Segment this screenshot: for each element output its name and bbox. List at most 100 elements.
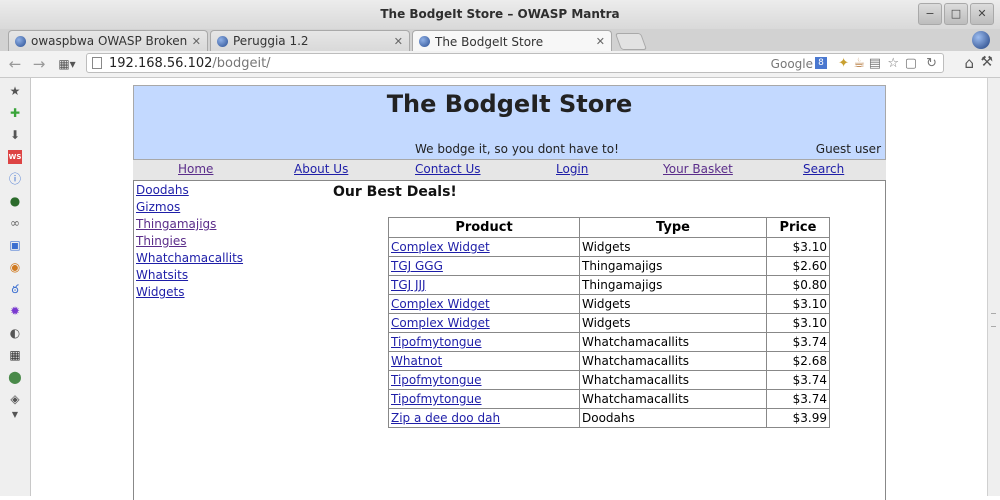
address-bar[interactable]: 192.168.56.102/bodgeit/ Google 8 ✦ ☕ ▤ ☆… — [86, 53, 944, 73]
ws-icon[interactable]: WS — [8, 150, 22, 164]
puzzle-icon[interactable]: ✚ — [8, 106, 22, 120]
wrench-icon[interactable]: ⚒ — [980, 54, 993, 70]
table-row: Whatnot Whatchamacallits $2.68 — [388, 351, 830, 371]
java-icon[interactable]: ☕ — [853, 56, 865, 71]
product-link[interactable]: TGJ GGG — [391, 259, 443, 273]
product-link[interactable]: Complex Widget — [391, 316, 490, 330]
home-icon[interactable]: ⌂ — [964, 54, 974, 72]
category-doodahs-link[interactable]: Doodahs — [136, 182, 243, 199]
glasses-icon[interactable]: ∞ — [8, 216, 22, 230]
product-cell: Tipofmytongue — [388, 389, 580, 409]
category-gizmos-link[interactable]: Gizmos — [136, 199, 243, 216]
menu-about-link[interactable]: About Us — [294, 162, 348, 176]
product-link[interactable]: Complex Widget — [391, 297, 490, 311]
deals-heading: Our Best Deals! — [333, 184, 457, 200]
grid-menu-icon[interactable]: ▦▾ — [54, 57, 80, 71]
tab-close-icon[interactable]: ✕ — [394, 35, 403, 48]
table-row: Complex Widget Widgets $3.10 — [388, 313, 830, 333]
download-icon[interactable]: ⬇ — [8, 128, 22, 142]
balloon-icon[interactable]: ⬤ — [8, 370, 22, 384]
product-link[interactable]: Tipofmytongue — [391, 392, 482, 406]
product-link[interactable]: Complex Widget — [391, 240, 490, 254]
product-cell: TGJ JJJ — [388, 275, 580, 295]
tab-peruggia[interactable]: Peruggia 1.2 ✕ — [210, 30, 410, 51]
deals-table: Product Type Price Complex Widget Widgets… — [388, 217, 830, 428]
site-title: The BodgeIt Store — [386, 90, 633, 118]
ladybug-icon[interactable]: ● — [8, 194, 22, 208]
tab-label: owaspbwa OWASP Broken ... — [31, 34, 188, 48]
swirl-icon[interactable]: ఠ — [8, 282, 22, 296]
header-price: Price — [766, 217, 830, 238]
menu-contact-link[interactable]: Contact Us — [415, 162, 481, 176]
bookmark-star-icon[interactable]: ☆ — [887, 56, 899, 71]
category-whatchamacallits-link[interactable]: Whatchamacallits — [136, 250, 243, 267]
tab-close-icon[interactable]: ✕ — [192, 35, 201, 48]
table-row: Tipofmytongue Whatchamacallits $3.74 — [388, 389, 830, 409]
search-engine-label[interactable]: Google — [771, 57, 813, 71]
globe-icon — [419, 36, 430, 47]
globe-icon — [217, 35, 228, 47]
monster-icon[interactable]: ◉ — [8, 260, 22, 274]
vertical-scrollbar[interactable] — [987, 78, 1000, 496]
palette-icon[interactable]: ◐ — [8, 326, 22, 340]
url-path: /bodgeit/ — [212, 56, 271, 71]
reload-icon[interactable]: ↻ — [926, 56, 937, 71]
wand-icon[interactable]: ✦ — [838, 56, 849, 71]
monitor-icon[interactable]: ▣ — [8, 238, 22, 252]
product-link[interactable]: Tipofmytongue — [391, 335, 482, 349]
type-cell: Whatchamacallits — [579, 332, 767, 352]
product-cell: Zip a dee doo dah — [388, 408, 580, 428]
menu-login-link[interactable]: Login — [556, 162, 588, 176]
product-cell: Whatnot — [388, 351, 580, 371]
price-cell: $3.99 — [766, 408, 830, 428]
menu-search-link[interactable]: Search — [803, 162, 844, 176]
product-cell: Complex Widget — [388, 313, 580, 333]
tab-close-icon[interactable]: ✕ — [596, 35, 605, 48]
printer-icon[interactable]: ▤ — [869, 56, 881, 71]
info-icon[interactable]: ⓘ — [8, 172, 22, 186]
window-title: The BodgeIt Store – OWASP Mantra — [380, 7, 620, 21]
table-row: Complex Widget Widgets $3.10 — [388, 237, 830, 257]
addon-sidebar: ★ ✚ ⬇ WS ⓘ ● ∞ ▣ ◉ ఠ ✹ ◐ ▦ ⬤ ◈ ▼ — [0, 78, 31, 496]
tab-label: The BodgeIt Store — [435, 34, 544, 49]
menu-home-link[interactable]: Home — [178, 162, 213, 176]
product-link[interactable]: Tipofmytongue — [391, 373, 482, 387]
chevron-down-icon[interactable]: ▼ — [8, 408, 22, 422]
page-icon — [92, 57, 102, 69]
category-thingamajigs-link[interactable]: Thingamajigs — [136, 216, 243, 233]
url-host: 192.168.56.102 — [109, 56, 213, 71]
price-cell: $0.80 — [766, 275, 830, 295]
category-whatsits-link[interactable]: Whatsits — [136, 267, 243, 284]
tag-icon[interactable]: ◈ — [8, 392, 22, 406]
price-cell: $2.68 — [766, 351, 830, 371]
back-button[interactable]: ← — [6, 55, 24, 73]
search-engine-badge-icon: 8 — [815, 57, 827, 69]
category-widgets-link[interactable]: Widgets — [136, 284, 243, 301]
close-window-button[interactable]: ✕ — [970, 3, 994, 25]
scrollbar-grip[interactable] — [991, 313, 996, 327]
page-action-icon[interactable]: ▢ — [905, 56, 917, 71]
forward-button[interactable]: → — [30, 55, 48, 73]
url-text[interactable]: 192.168.56.102/bodgeit/ — [109, 56, 271, 71]
site-tagline: We bodge it, so you dont have to! — [415, 142, 619, 156]
type-cell: Widgets — [579, 313, 767, 333]
product-link[interactable]: Zip a dee doo dah — [391, 411, 500, 425]
tab-bodgeit[interactable]: The BodgeIt Store ✕ — [412, 30, 612, 52]
price-cell: $3.74 — [766, 332, 830, 352]
product-link[interactable]: Whatnot — [391, 354, 442, 368]
tab-owaspbwa[interactable]: owaspbwa OWASP Broken ... ✕ — [8, 30, 208, 51]
new-tab-button[interactable] — [614, 33, 648, 50]
table-header-row: Product Type Price — [388, 217, 830, 238]
site-header: The BodgeIt Store We bodge it, so you do… — [133, 85, 886, 160]
gear-icon[interactable]: ✹ — [8, 304, 22, 318]
globe-icon — [15, 35, 26, 47]
star-icon[interactable]: ★ — [8, 84, 22, 98]
menu-basket-link[interactable]: Your Basket — [663, 162, 733, 176]
grid-icon[interactable]: ▦ — [8, 348, 22, 362]
minimize-button[interactable]: − — [918, 3, 942, 25]
product-link[interactable]: TGJ JJJ — [391, 278, 426, 292]
category-thingies-link[interactable]: Thingies — [136, 233, 243, 250]
maximize-button[interactable]: □ — [944, 3, 968, 25]
bodgeit-page: The BodgeIt Store We bodge it, so you do… — [133, 85, 886, 500]
price-cell: $3.10 — [766, 313, 830, 333]
